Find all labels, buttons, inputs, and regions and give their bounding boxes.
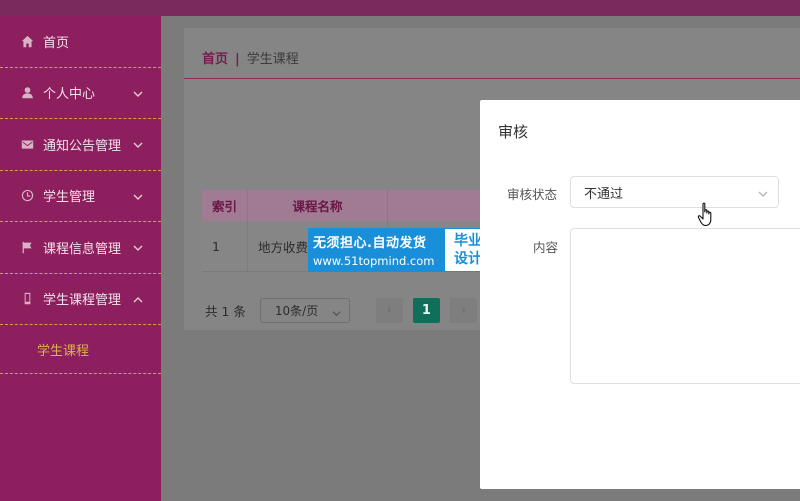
sidebar-item-label: 通知公告管理 [43,138,122,154]
review-status-select[interactable]: 不通过 [570,176,779,208]
column-header-index: 索引 [202,190,248,221]
hand-cursor-icon [697,202,712,227]
breadcrumb: 首页 | 学生课程 [202,48,299,67]
watermark-text: 无须担心.自动发货 www.51topmind.com [308,228,444,272]
mail-icon [20,137,34,151]
chevron-down-icon [332,307,341,317]
chevron-down-icon [133,139,143,149]
sidebar-subitem-label: 学生课程 [37,343,90,359]
sidebar-item-home[interactable]: 首页 [0,16,161,68]
page-size-value: 10条/页 [274,304,319,318]
content-textarea[interactable] [570,228,800,384]
table-cell-index: 1 [202,221,248,271]
pagination: 共 1 条 10条/页 ‹ 1 › [205,298,477,323]
watermark-line1: 无须担心.自动发货 [313,236,427,251]
chevron-up-icon [133,294,143,304]
sidebar-item-student-course-management[interactable]: 学生课程管理 [0,274,161,325]
sidebar-item-label: 首页 [43,35,70,51]
sidebar-item-student-management[interactable]: 学生管理 [0,171,161,222]
sidebar-subitem-student-course[interactable]: 学生课程 [0,325,161,374]
next-page-button[interactable]: › [449,298,477,323]
watermark-badge-line2: 设计 [454,251,482,267]
phone-icon [20,292,34,306]
user-icon [20,86,34,100]
sidebar-item-personal-center[interactable]: 个人中心 [0,68,161,119]
breadcrumb-home[interactable]: 首页 [202,52,228,67]
breadcrumb-current: 学生课程 [246,52,299,67]
watermark-banner: 无须担心.自动发货 www.51topmind.com 毕业 设计 [308,228,492,272]
review-status-label: 审核状态 [507,187,558,202]
review-status-value: 不通过 [584,186,624,202]
top-bar [0,0,800,16]
review-dialog: 审核 审核状态 不通过 内容 [480,100,800,489]
sidebar-item-label: 学生管理 [43,190,96,206]
watermark-badge-line1: 毕业 [454,233,482,249]
sidebar-item-label: 课程信息管理 [43,241,122,257]
chevron-down-icon [758,188,768,198]
sidebar-item-notice-management[interactable]: 通知公告管理 [0,119,161,171]
clock-icon [20,189,34,203]
content-label: 内容 [533,240,559,255]
dialog-title: 审核 [498,123,529,141]
chevron-down-icon [133,88,143,98]
prev-page-button[interactable]: ‹ [375,298,403,323]
breadcrumb-separator: | [235,52,240,67]
sidebar-item-label: 学生课程管理 [43,293,122,309]
flag-icon [20,240,34,254]
pagination-total: 共 1 条 [205,304,246,319]
sidebar-item-label: 个人中心 [43,87,96,103]
watermark-line2: www.51topmind.com [313,254,435,268]
column-header-course-name: 课程名称 [248,190,388,221]
sidebar: 首页 个人中心 通知公告管理 学生管理 课程信息管理 学生课程管理 学生课程 [0,16,161,501]
home-icon [20,34,34,48]
chevron-down-icon [133,242,143,252]
page-size-select[interactable]: 10条/页 [259,298,350,323]
breadcrumb-divider [184,78,800,79]
page-1-button[interactable]: 1 [412,298,440,323]
sidebar-item-course-info-management[interactable]: 课程信息管理 [0,222,161,274]
chevron-down-icon [133,191,143,201]
